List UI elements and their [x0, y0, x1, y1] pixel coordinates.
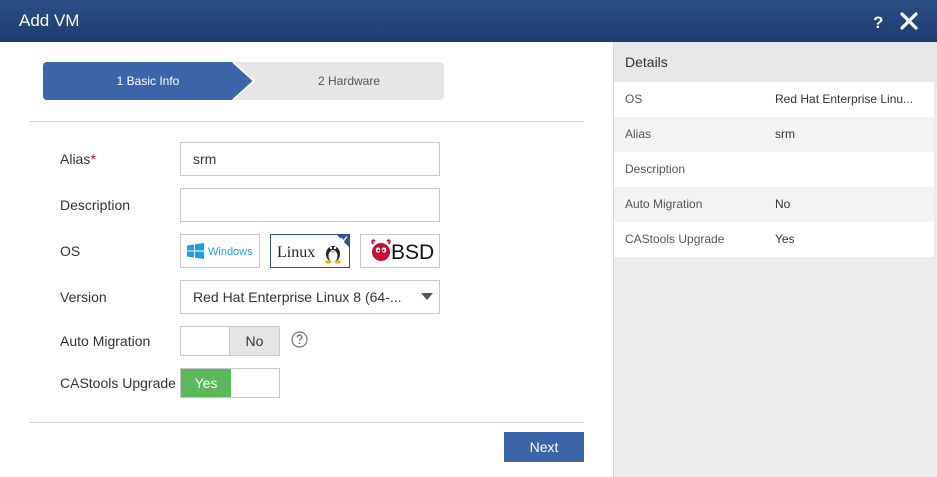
step-basic-info[interactable]: 1 Basic Info [43, 62, 253, 100]
description-input[interactable] [180, 188, 440, 222]
step-separator [233, 62, 256, 100]
question-circle-icon[interactable] [291, 331, 308, 348]
required-mark: * [90, 151, 96, 167]
help-button[interactable]: ? [873, 13, 883, 33]
close-icon[interactable] [899, 10, 919, 32]
dialog-title: Add VM [19, 11, 80, 30]
auto-migration-label: Auto Migration [60, 333, 151, 349]
os-option-linux-label: Linux [277, 244, 315, 261]
details-key: CAStools Upgrade [625, 232, 725, 246]
auto-migration-toggle-state: No [229, 327, 279, 355]
details-value: No [775, 197, 791, 211]
windows-logo-icon: Windows [187, 243, 253, 259]
version-select[interactable]: Red Hat Enterprise Linux 8 (64-... [180, 280, 440, 314]
linux-logo-icon: Linux [277, 235, 349, 264]
castools-upgrade-label: CAStools Upgrade [60, 375, 176, 391]
step-basic-info-label: 1 Basic Info [116, 74, 180, 88]
auto-migration-toggle[interactable]: No [180, 326, 280, 356]
chevron-down-icon [421, 293, 433, 300]
details-row-auto-migration: Auto Migration No [614, 187, 934, 222]
details-value: Red Hat Enterprise Linu... [775, 92, 914, 106]
castools-upgrade-toggle-state: Yes [181, 369, 231, 397]
details-key: Alias [625, 127, 652, 141]
os-option-windows[interactable]: Windows [180, 234, 260, 268]
dialog-titlebar: Add VM ? [0, 0, 937, 42]
details-panel: Details OS Red Hat Enterprise Linu... Al… [613, 42, 937, 477]
details-key: OS [625, 92, 643, 106]
castools-upgrade-toggle[interactable]: Yes [180, 368, 280, 398]
details-title: Details [614, 42, 937, 82]
details-key: Description [625, 162, 686, 176]
alias-label-text: Alias [60, 151, 91, 167]
main-panel: 1 Basic Info 2 Hardware Alias* srm Descr… [0, 42, 613, 477]
os-option-linux[interactable]: Linux [270, 234, 350, 268]
alias-label: Alias* [60, 151, 96, 167]
bsd-logo-icon: BSD [371, 239, 434, 264]
step-hardware[interactable]: 2 Hardware [233, 62, 444, 100]
version-label: Version [60, 289, 107, 305]
details-value: Yes [775, 232, 795, 246]
top-divider [30, 121, 584, 122]
description-label: Description [60, 197, 131, 213]
step-hardware-label: 2 Hardware [317, 74, 381, 88]
bottom-divider [30, 422, 584, 423]
os-option-bsd-label: BSD [391, 241, 434, 264]
alias-input[interactable]: srm [180, 142, 440, 176]
details-value: srm [775, 127, 795, 141]
details-row-alias: Alias srm [614, 117, 934, 152]
details-row-description: Description [614, 152, 934, 187]
os-label: OS [60, 243, 81, 259]
details-key: Auto Migration [625, 197, 703, 211]
details-row-os: OS Red Hat Enterprise Linu... [614, 82, 934, 117]
os-option-windows-label: Windows [208, 246, 253, 258]
version-select-value: Red Hat Enterprise Linux 8 (64-... [193, 289, 402, 305]
next-button[interactable]: Next [504, 432, 584, 462]
os-option-bsd[interactable]: BSD [360, 234, 440, 268]
details-row-castools-upgrade: CAStools Upgrade Yes [614, 222, 934, 257]
